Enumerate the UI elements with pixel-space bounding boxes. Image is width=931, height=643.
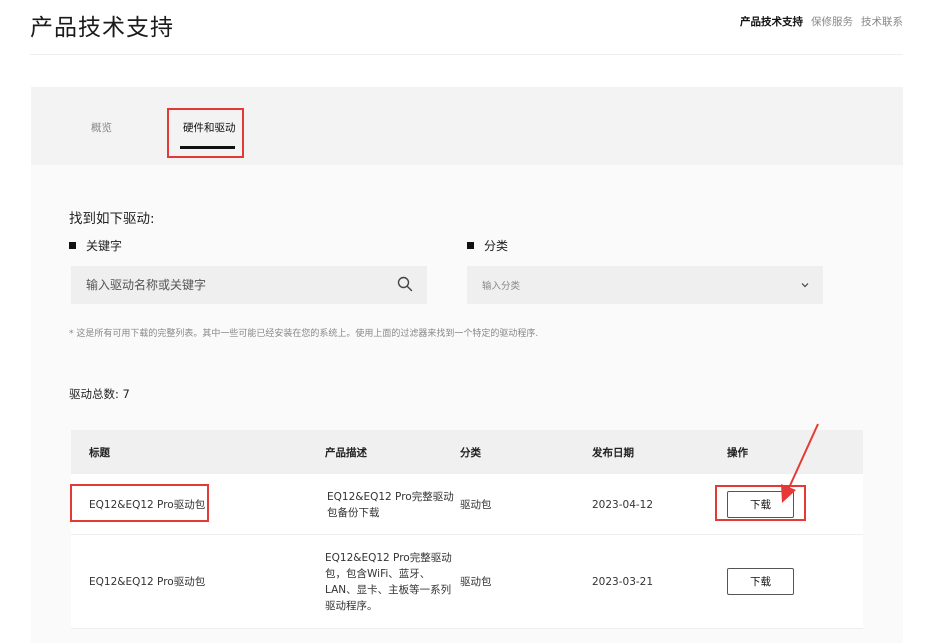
chevron-down-icon xyxy=(801,283,809,288)
table-header: 标题 产品描述 分类 发布日期 操作 xyxy=(71,430,863,474)
header-divider xyxy=(30,54,903,55)
annotation-highlight-row-title xyxy=(70,484,209,522)
annotation-highlight-tab xyxy=(167,108,244,158)
column-header-description: 产品描述 xyxy=(325,447,367,459)
driver-list-note: * 这是所有可用下载的完整列表。其中一些可能已经安装在您的系统上。使用上面的过滤… xyxy=(69,329,539,339)
driver-category: 驱动包 xyxy=(460,499,492,511)
page-title: 产品技术支持 xyxy=(30,15,174,41)
category-label: 分类 xyxy=(467,237,508,254)
driver-release-date: 2023-03-21 xyxy=(592,576,654,588)
driver-title: EQ12&EQ12 Pro驱动包 xyxy=(89,576,206,588)
driver-description: EQ12&EQ12 Pro完整驱动 包备份下载 xyxy=(327,489,467,521)
description-line: 包备份下载 xyxy=(327,507,380,519)
description-line: LAN、显卡、主板等一系列 xyxy=(325,584,452,596)
driver-total-count: 驱动总数: 7 xyxy=(69,387,130,401)
nav-product-support[interactable]: 产品技术支持 xyxy=(740,14,803,29)
annotation-arrow-icon xyxy=(781,423,819,503)
table-row: EQ12&EQ12 Pro驱动包 EQ12&EQ12 Pro完整驱动 包，包含W… xyxy=(71,535,863,629)
keyword-label: 关键字 xyxy=(69,237,122,254)
category-label-text: 分类 xyxy=(484,239,509,253)
description-line: EQ12&EQ12 Pro完整驱动 xyxy=(327,491,454,503)
column-header-category: 分类 xyxy=(460,447,481,459)
bullet-icon xyxy=(467,242,474,249)
nav-tech-contact[interactable]: 技术联系 xyxy=(861,14,903,29)
tab-bar: 概览 硬件和驱动 xyxy=(31,87,903,165)
column-header-title: 标题 xyxy=(89,447,110,459)
bullet-icon xyxy=(69,242,76,249)
driver-description: EQ12&EQ12 Pro完整驱动 包，包含WiFi、蓝牙、 LAN、显卡、主板… xyxy=(325,550,465,614)
driver-table: 标题 产品描述 分类 发布日期 操作 EQ12&EQ12 Pro驱动包 EQ12… xyxy=(71,430,863,629)
search-icon[interactable] xyxy=(397,276,413,292)
download-button[interactable]: 下载 xyxy=(727,568,794,595)
keyword-label-text: 关键字 xyxy=(86,239,123,253)
nav-warranty[interactable]: 保修服务 xyxy=(811,14,853,29)
driver-release-date: 2023-04-12 xyxy=(592,499,654,511)
driver-category: 驱动包 xyxy=(460,576,492,588)
category-select-placeholder: 输入分类 xyxy=(482,281,521,292)
description-line: 包，包含WiFi、蓝牙、 xyxy=(325,568,431,580)
column-header-date: 发布日期 xyxy=(592,447,634,459)
column-header-action: 操作 xyxy=(727,447,748,459)
category-select[interactable]: 输入分类 xyxy=(467,266,823,304)
support-panel: 概览 硬件和驱动 找到如下驱动: 关键字 分类 输入分类 * 这是所有可用下载的… xyxy=(31,87,903,643)
section-title: 找到如下驱动: xyxy=(69,211,155,227)
description-line: EQ12&EQ12 Pro完整驱动 xyxy=(325,552,452,564)
keyword-search-input[interactable] xyxy=(71,278,381,292)
top-nav: 产品技术支持 保修服务 技术联系 xyxy=(740,14,903,29)
tab-overview[interactable]: 概览 xyxy=(91,120,112,135)
description-line: 驱动程序。 xyxy=(325,600,378,612)
keyword-search-box xyxy=(71,266,427,304)
